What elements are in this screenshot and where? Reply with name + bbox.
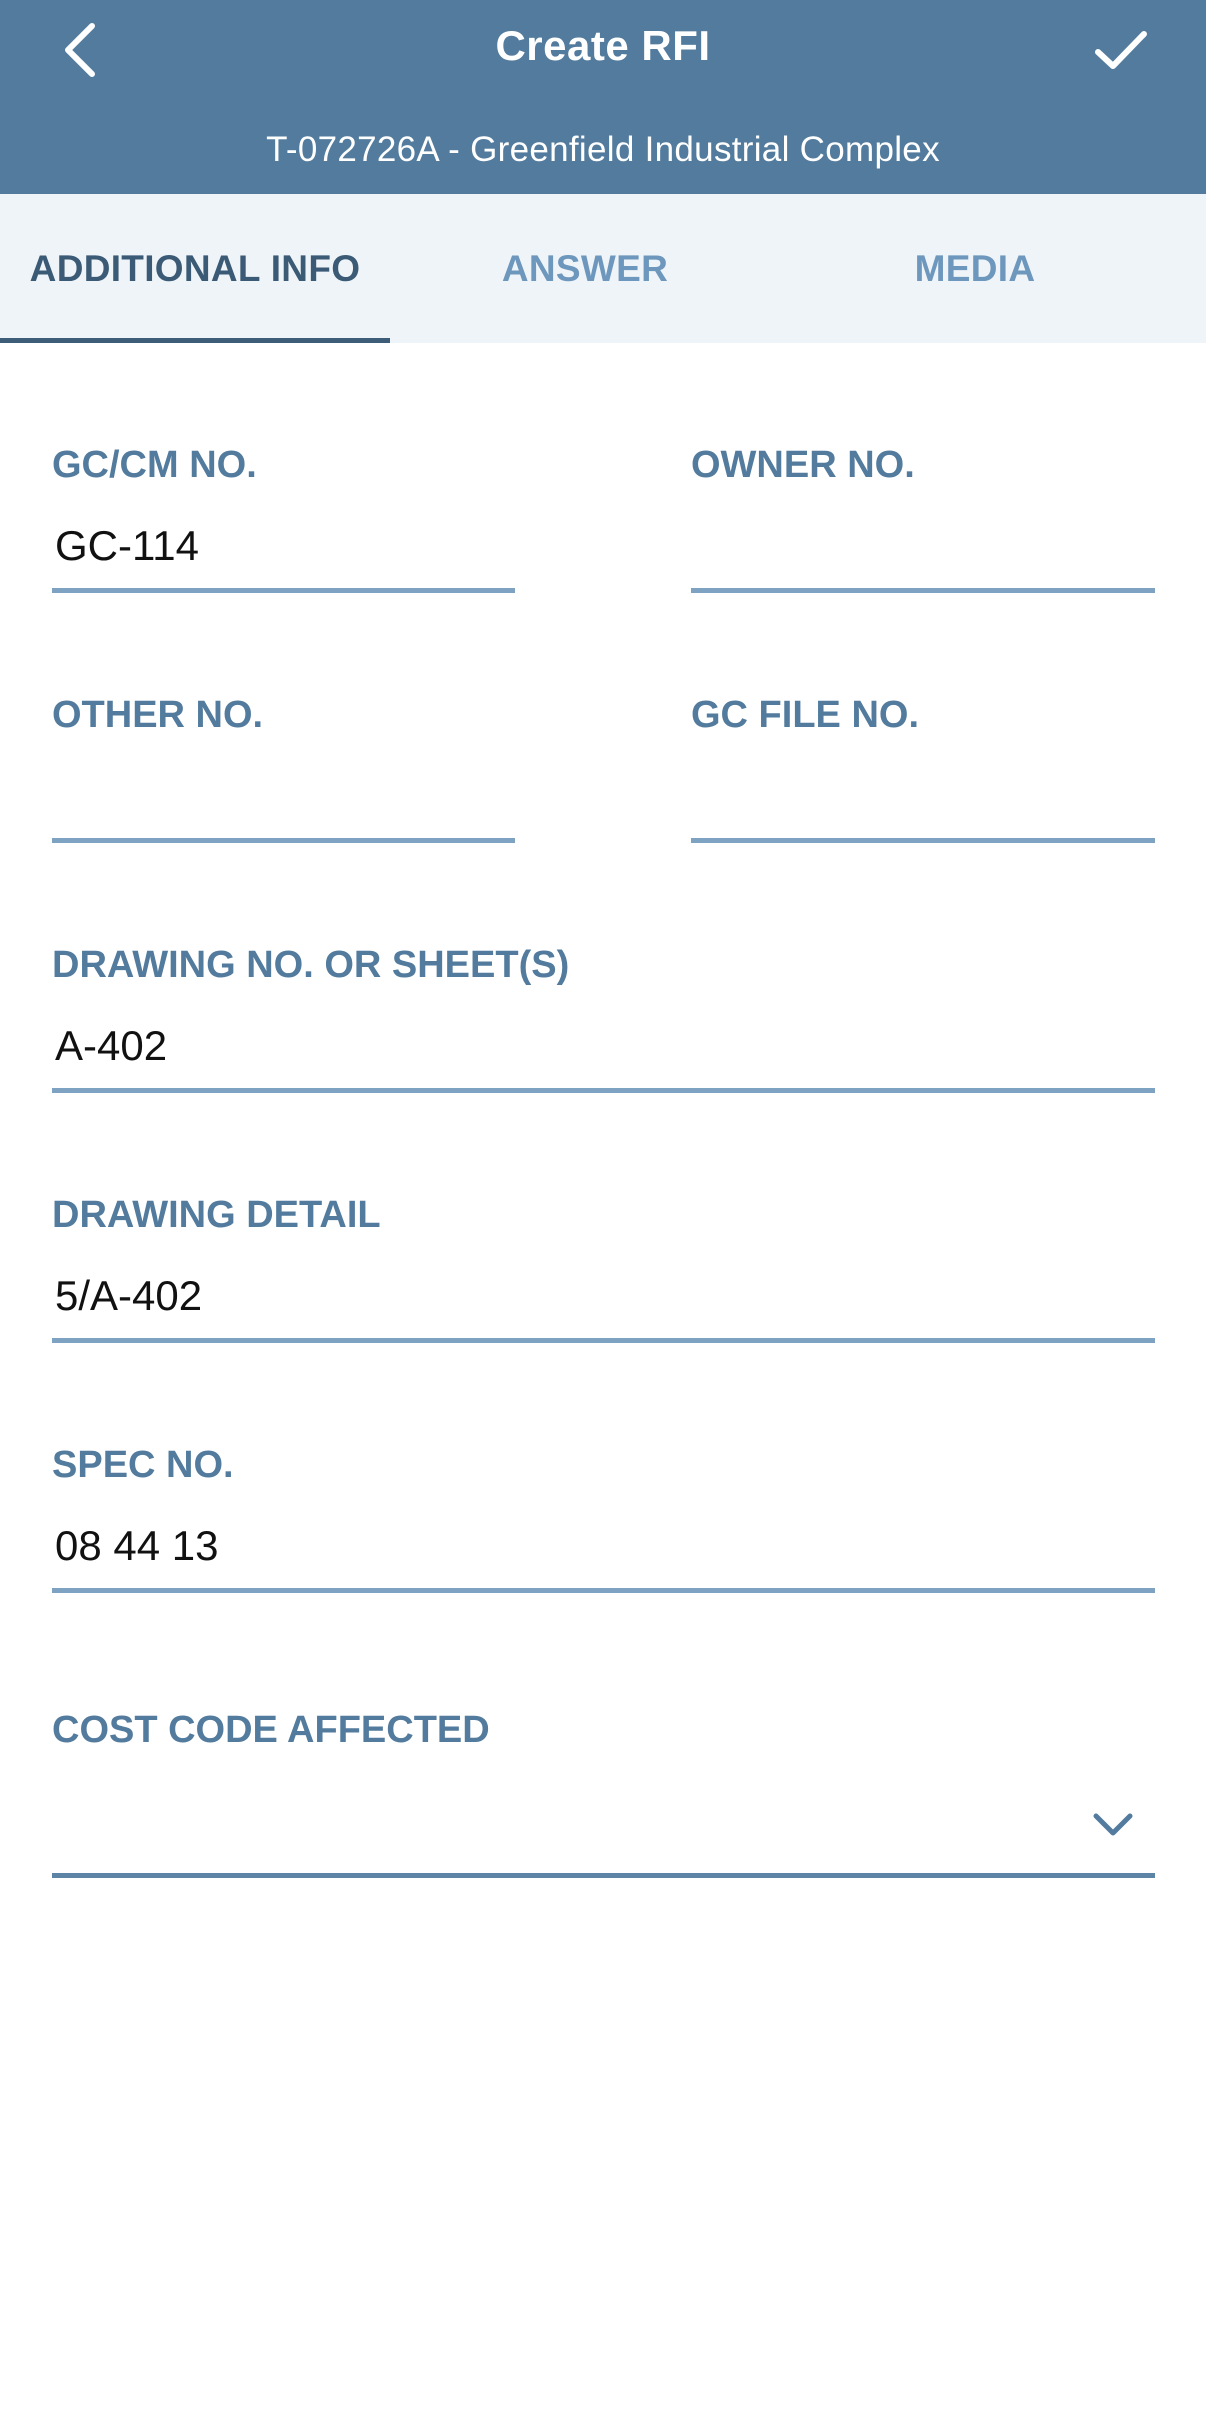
tab-answer[interactable]: ANSWER xyxy=(390,194,780,343)
gc-file-no-underline xyxy=(691,838,1155,843)
spec-no-underline xyxy=(52,1588,1155,1593)
save-button[interactable] xyxy=(1076,10,1166,90)
tab-media[interactable]: MEDIA xyxy=(780,194,1170,343)
other-no-label: OTHER NO. xyxy=(52,694,264,736)
tab-bar: ADDITIONAL INFO ANSWER MEDIA xyxy=(0,194,1206,343)
gc-cm-no-field[interactable]: GC/CM NO. GC-114 xyxy=(52,444,515,594)
gc-cm-no-label: GC/CM NO. xyxy=(52,444,257,486)
drawing-no-value[interactable]: A-402 xyxy=(55,1022,167,1070)
gc-cm-no-underline xyxy=(52,588,515,593)
drawing-detail-underline xyxy=(52,1338,1155,1343)
drawing-detail-label: DRAWING DETAIL xyxy=(52,1194,381,1236)
other-no-field[interactable]: OTHER NO. xyxy=(52,694,515,844)
checkmark-icon xyxy=(1095,31,1147,69)
owner-no-underline xyxy=(691,588,1155,593)
drawing-no-label: DRAWING NO. OR SHEET(S) xyxy=(52,944,570,986)
cost-code-select[interactable]: COST CODE AFFECTED xyxy=(52,1709,1155,1879)
tab-additional-info[interactable]: ADDITIONAL INFO xyxy=(0,194,390,343)
page-title: Create RFI xyxy=(495,22,711,69)
drawing-no-field[interactable]: DRAWING NO. OR SHEET(S) A-402 xyxy=(52,944,1155,1094)
owner-no-label: OWNER NO. xyxy=(691,444,915,486)
drawing-detail-value[interactable]: 5/A-402 xyxy=(55,1272,202,1320)
drawing-detail-field[interactable]: DRAWING DETAIL 5/A-402 xyxy=(52,1194,1155,1344)
owner-no-field[interactable]: OWNER NO. xyxy=(691,444,1155,594)
drawing-no-underline xyxy=(52,1088,1155,1093)
gc-file-no-label: GC FILE NO. xyxy=(691,694,919,736)
spec-no-label: SPEC NO. xyxy=(52,1444,234,1486)
project-subtitle: T-072726A - Greenfield Industrial Comple… xyxy=(266,130,940,169)
active-tab-indicator xyxy=(0,338,390,343)
gc-cm-no-value[interactable]: GC-114 xyxy=(55,522,199,570)
other-no-underline xyxy=(52,838,515,843)
cost-code-underline xyxy=(52,1873,1155,1878)
spec-no-value[interactable]: 08 44 13 xyxy=(55,1522,219,1570)
gc-file-no-field[interactable]: GC FILE NO. xyxy=(691,694,1155,844)
cost-code-label: COST CODE AFFECTED xyxy=(52,1709,490,1751)
spec-no-field[interactable]: SPEC NO. 08 44 13 xyxy=(52,1444,1155,1594)
app-header: Create RFI T-072726A - Greenfield Indust… xyxy=(0,0,1206,194)
chevron-down-icon[interactable] xyxy=(1091,1809,1135,1839)
